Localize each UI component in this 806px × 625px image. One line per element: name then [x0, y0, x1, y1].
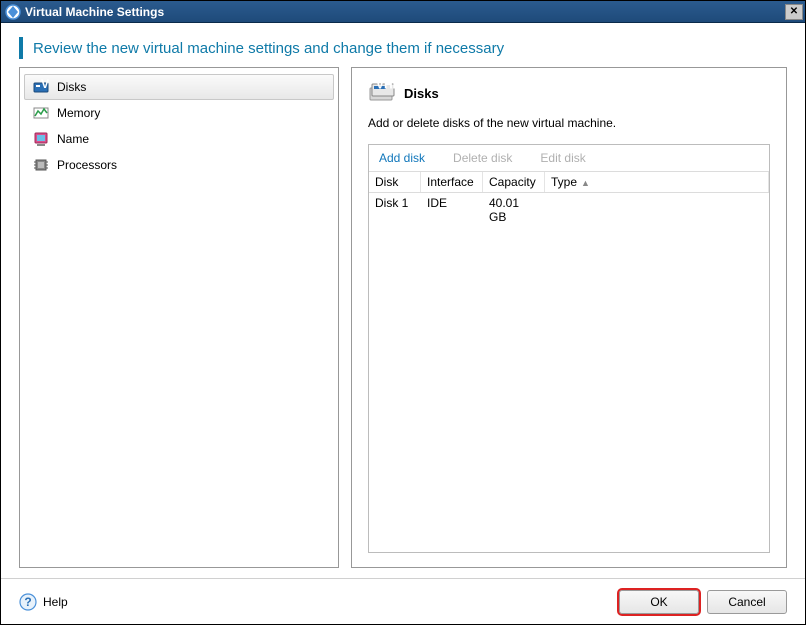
- cell-type: [545, 193, 769, 227]
- svg-text:VHD: VHD: [41, 79, 49, 91]
- nav-item-processors[interactable]: Processors: [24, 152, 334, 178]
- titlebar: Virtual Machine Settings ✕: [1, 1, 805, 23]
- col-type[interactable]: Type ▲: [545, 172, 769, 192]
- close-button[interactable]: ✕: [785, 4, 803, 20]
- table-row[interactable]: Disk 1 IDE 40.01 GB: [369, 193, 769, 227]
- help-label: Help: [43, 595, 68, 609]
- col-interface[interactable]: Interface: [421, 172, 483, 192]
- help-icon: ?: [19, 593, 37, 611]
- sort-asc-icon: ▲: [581, 178, 590, 188]
- content-area: VHD Disks Memory Name Processors VHD: [1, 67, 805, 578]
- header-strip: Review the new virtual machine settings …: [1, 23, 805, 67]
- disk-box: Add disk Delete disk Edit disk Disk Inte…: [368, 144, 770, 553]
- name-icon: [33, 131, 49, 147]
- detail-description: Add or delete disks of the new virtual m…: [368, 116, 770, 130]
- col-type-label: Type: [551, 175, 577, 189]
- svg-text:VHD: VHD: [376, 82, 396, 92]
- nav-item-disks[interactable]: VHD Disks: [24, 74, 334, 100]
- window-title: Virtual Machine Settings: [25, 5, 785, 19]
- disk-toolbar: Add disk Delete disk Edit disk: [369, 145, 769, 171]
- table-header-row: Disk Interface Capacity Type ▲: [369, 172, 769, 193]
- nav-item-name[interactable]: Name: [24, 126, 334, 152]
- cancel-button[interactable]: Cancel: [707, 590, 787, 614]
- page-heading: Review the new virtual machine settings …: [33, 40, 504, 57]
- header-accent: [19, 37, 23, 59]
- ok-button[interactable]: OK: [619, 590, 699, 614]
- nav-label: Name: [57, 132, 89, 146]
- cell-disk: Disk 1: [369, 193, 421, 227]
- memory-icon: [33, 105, 49, 121]
- nav-item-memory[interactable]: Memory: [24, 100, 334, 126]
- processors-icon: [33, 157, 49, 173]
- app-icon: [5, 4, 21, 20]
- disks-icon: VHD: [33, 79, 49, 95]
- detail-title: Disks: [404, 86, 439, 101]
- footer: ? Help OK Cancel: [1, 578, 805, 624]
- nav-label: Processors: [57, 158, 117, 172]
- cell-interface: IDE: [421, 193, 483, 227]
- disks-large-icon: VHD: [368, 82, 396, 104]
- cell-capacity: 40.01 GB: [483, 193, 545, 227]
- nav-label: Disks: [57, 80, 86, 94]
- nav-panel: VHD Disks Memory Name Processors: [19, 67, 339, 568]
- nav-label: Memory: [57, 106, 100, 120]
- help-link[interactable]: ? Help: [19, 593, 68, 611]
- edit-disk-button: Edit disk: [540, 151, 585, 165]
- col-disk[interactable]: Disk: [369, 172, 421, 192]
- disk-table: Disk Interface Capacity Type ▲ Disk 1 IDE…: [369, 171, 769, 227]
- delete-disk-button: Delete disk: [453, 151, 512, 165]
- svg-text:?: ?: [24, 595, 31, 609]
- add-disk-button[interactable]: Add disk: [379, 151, 425, 165]
- col-capacity[interactable]: Capacity: [483, 172, 545, 192]
- detail-header: VHD Disks: [368, 82, 770, 104]
- detail-panel: VHD Disks Add or delete disks of the new…: [351, 67, 787, 568]
